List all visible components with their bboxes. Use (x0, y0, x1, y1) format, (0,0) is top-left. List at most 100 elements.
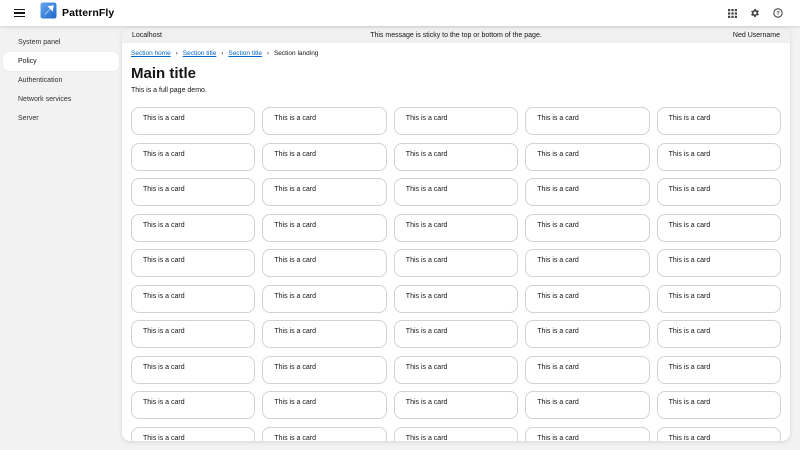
card: This is a card (262, 320, 386, 348)
card-label: This is a card (143, 257, 185, 264)
card: This is a card (394, 214, 518, 242)
page-title: Main title (131, 65, 781, 82)
card: This is a card (525, 320, 649, 348)
card: This is a card (657, 356, 781, 384)
card-label: This is a card (669, 151, 711, 158)
card: This is a card (262, 249, 386, 277)
sidebar-item-system-panel[interactable]: System panel (3, 33, 119, 52)
page-content: Section home › Section title › Section title… (122, 43, 790, 441)
card-label: This is a card (143, 293, 185, 300)
brand-name: PatternFly (62, 7, 114, 19)
sidebar-item-server[interactable]: Server (3, 109, 119, 128)
card-label: This is a card (537, 115, 579, 122)
card: This is a card (394, 391, 518, 419)
card-label: This is a card (274, 186, 316, 193)
card: This is a card (657, 178, 781, 206)
card-label: This is a card (537, 328, 579, 335)
card-label: This is a card (669, 115, 711, 122)
sidebar-item-authentication[interactable]: Authentication (3, 71, 119, 90)
card-label: This is a card (669, 435, 711, 442)
brand-logo[interactable]: PatternFly (40, 2, 114, 24)
breadcrumb-link[interactable]: Section home (131, 50, 171, 57)
card: This is a card (262, 427, 386, 442)
card-label: This is a card (669, 328, 711, 335)
card-label: This is a card (274, 293, 316, 300)
breadcrumb-current: Section landing (274, 50, 318, 57)
card-label: This is a card (406, 399, 448, 406)
card: This is a card (131, 427, 255, 442)
banner-message: This message is sticky to the top or bot… (122, 32, 790, 39)
card: This is a card (657, 391, 781, 419)
card: This is a card (525, 214, 649, 242)
banner-username: Ned Username (733, 32, 780, 39)
card: This is a card (657, 285, 781, 313)
card: This is a card (262, 285, 386, 313)
card-label: This is a card (143, 222, 185, 229)
card: This is a card (262, 214, 386, 242)
app-launcher-icon[interactable] (726, 7, 738, 19)
card: This is a card (525, 356, 649, 384)
card: This is a card (262, 356, 386, 384)
banner-left-label: Localhost (132, 32, 162, 39)
card: This is a card (657, 143, 781, 171)
masthead: PatternFly ? (0, 0, 800, 26)
card-label: This is a card (274, 328, 316, 335)
card-label: This is a card (537, 364, 579, 371)
card-label: This is a card (406, 222, 448, 229)
card-label: This is a card (274, 151, 316, 158)
card-label: This is a card (537, 257, 579, 264)
sidebar-item-network-services[interactable]: Network services (3, 90, 119, 109)
card-label: This is a card (143, 151, 185, 158)
card: This is a card (525, 427, 649, 442)
card: This is a card (394, 143, 518, 171)
card-label: This is a card (669, 257, 711, 264)
card: This is a card (262, 107, 386, 135)
breadcrumb-separator-icon: › (221, 51, 223, 57)
main-panel: Localhost This message is sticky to the … (122, 28, 790, 441)
card: This is a card (394, 356, 518, 384)
card: This is a card (262, 143, 386, 171)
card-label: This is a card (406, 151, 448, 158)
card-label: This is a card (274, 399, 316, 406)
card-label: This is a card (274, 115, 316, 122)
card: This is a card (525, 285, 649, 313)
card-label: This is a card (537, 399, 579, 406)
card: This is a card (131, 356, 255, 384)
card-label: This is a card (406, 293, 448, 300)
card: This is a card (131, 214, 255, 242)
card: This is a card (131, 178, 255, 206)
card: This is a card (131, 107, 255, 135)
sidebar-item-policy[interactable]: Policy (3, 52, 119, 71)
card-label: This is a card (406, 364, 448, 371)
page-subtitle: This is a full page demo. (131, 87, 781, 94)
card-label: This is a card (537, 222, 579, 229)
settings-icon[interactable] (749, 7, 761, 19)
app-body: System panelPolicyAuthenticationNetwork … (0, 26, 800, 450)
nav-toggle-button[interactable] (6, 0, 32, 26)
card-label: This is a card (406, 186, 448, 193)
breadcrumb-link[interactable]: Section title (183, 50, 217, 57)
masthead-icon-group: ? (726, 7, 784, 19)
card: This is a card (525, 178, 649, 206)
card-label: This is a card (669, 222, 711, 229)
card: This is a card (131, 391, 255, 419)
breadcrumb: Section home › Section title › Section title… (131, 49, 781, 58)
card-grid: This is a card This is a card This is a ca… (131, 107, 781, 441)
card-label: This is a card (669, 364, 711, 371)
help-icon[interactable]: ? (772, 7, 784, 19)
svg-text:?: ? (776, 11, 780, 17)
card-label: This is a card (143, 399, 185, 406)
breadcrumb-separator-icon: › (176, 51, 178, 57)
card: This is a card (131, 285, 255, 313)
card: This is a card (657, 214, 781, 242)
card: This is a card (394, 107, 518, 135)
card-label: This is a card (274, 257, 316, 264)
card-label: This is a card (669, 186, 711, 193)
breadcrumb-link[interactable]: Section title (228, 50, 262, 57)
card: This is a card (262, 178, 386, 206)
card: This is a card (525, 249, 649, 277)
card: This is a card (394, 427, 518, 442)
card: This is a card (394, 320, 518, 348)
card: This is a card (525, 143, 649, 171)
card-label: This is a card (406, 257, 448, 264)
